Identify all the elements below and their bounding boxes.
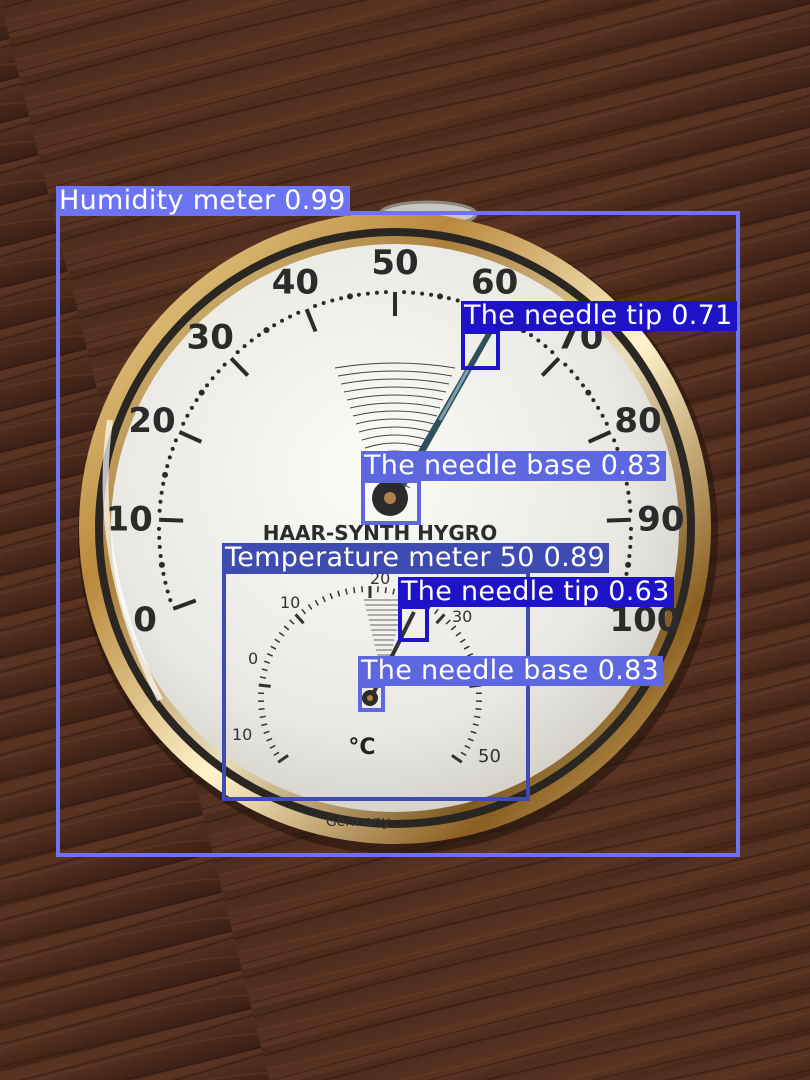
humidity-needle-tip-label: The needle tip 0.71 (461, 301, 737, 331)
temperature-needle-base-label: The needle base 0.83 (358, 656, 664, 686)
temperature-needle-base-box (358, 684, 385, 712)
temperature-meter-label: Temperature meter 50 0.89 (222, 543, 609, 573)
temperature-needle-tip-box (398, 605, 429, 642)
humidity-needle-base-box (361, 479, 421, 525)
humidity-needle-tip-box (461, 330, 500, 370)
temperature-needle-tip-label: The needle tip 0.63 (398, 577, 674, 607)
humidity-needle-base-label: The needle base 0.83 (361, 451, 667, 481)
humidity-meter-label: Humidity meter 0.99 (56, 186, 350, 216)
